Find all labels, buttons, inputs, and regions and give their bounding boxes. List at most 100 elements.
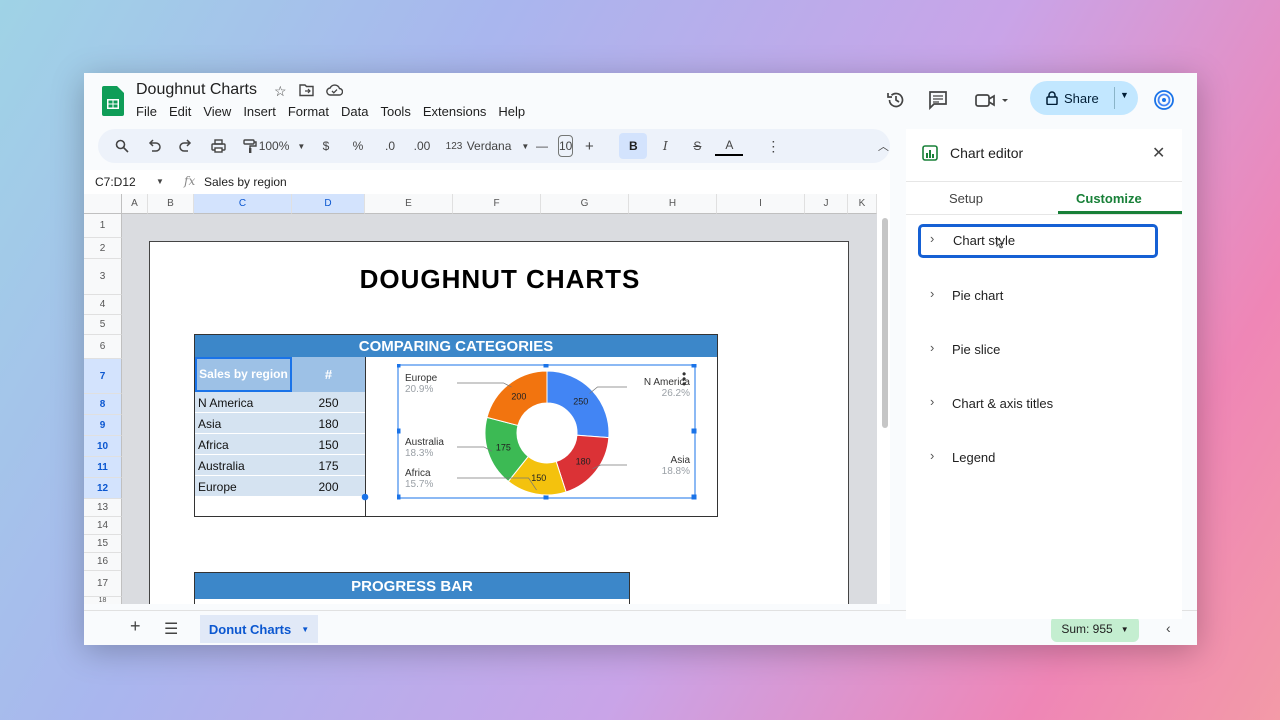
- chart-resize-handle[interactable]: [397, 428, 401, 434]
- table-row[interactable]: Europe 200: [195, 476, 365, 497]
- font-size-decrease-icon[interactable]: —: [528, 133, 556, 159]
- increase-decimal-button[interactable]: .00: [408, 133, 436, 159]
- row-header[interactable]: 6: [84, 335, 122, 359]
- redo-icon[interactable]: [172, 133, 200, 159]
- row-header[interactable]: 13: [84, 499, 122, 517]
- cloud-status-icon[interactable]: [325, 83, 343, 97]
- more-formats-button[interactable]: 123: [440, 133, 468, 159]
- all-sheets-icon[interactable]: ☰: [164, 619, 178, 639]
- table-row[interactable]: Asia 180: [195, 413, 365, 434]
- italic-button[interactable]: I: [651, 133, 679, 159]
- comments-icon[interactable]: [926, 88, 950, 112]
- sheet-tab-donut-charts[interactable]: Donut Charts ▼: [200, 615, 318, 643]
- row-header[interactable]: 9: [84, 415, 122, 436]
- chevron-down-icon[interactable]: ▼: [156, 177, 164, 186]
- range-resize-handle[interactable]: [361, 493, 369, 501]
- column-header[interactable]: D: [292, 194, 365, 214]
- row-header[interactable]: 1: [84, 214, 122, 238]
- section-pie-chart[interactable]: › Pie chart: [930, 280, 1150, 310]
- collapse-side-panel-icon[interactable]: ‹: [1166, 620, 1171, 636]
- table-row[interactable]: Africa 150: [195, 434, 365, 455]
- row-header[interactable]: 5: [84, 315, 122, 335]
- column-header[interactable]: J: [805, 194, 848, 214]
- font-select[interactable]: Verdana ▼: [467, 133, 530, 159]
- menu-help[interactable]: Help: [498, 104, 525, 119]
- sheets-logo-icon[interactable]: [102, 86, 124, 116]
- meet-video-icon[interactable]: [974, 88, 1010, 112]
- table-header-region[interactable]: Sales by region: [195, 357, 292, 392]
- menu-file[interactable]: File: [136, 104, 157, 119]
- sum-explore-chip[interactable]: Sum: 955 ▼: [1051, 616, 1139, 642]
- menu-tools[interactable]: Tools: [380, 104, 410, 119]
- more-options-icon[interactable]: ⋮: [759, 133, 787, 159]
- decrease-decimal-button[interactable]: .0: [376, 133, 404, 159]
- column-header[interactable]: B: [148, 194, 194, 214]
- chart-resize-handle[interactable]: [691, 364, 697, 368]
- menu-extensions[interactable]: Extensions: [423, 104, 487, 119]
- share-dropdown-icon[interactable]: ▼: [1120, 90, 1129, 100]
- column-header[interactable]: K: [848, 194, 877, 214]
- section-pie-slice[interactable]: › Pie slice: [930, 334, 1150, 364]
- column-header[interactable]: G: [541, 194, 629, 214]
- column-header[interactable]: F: [453, 194, 541, 214]
- close-icon[interactable]: ✕: [1152, 143, 1165, 163]
- row-header[interactable]: 12: [84, 478, 122, 499]
- section-chart-axis-titles[interactable]: › Chart & axis titles: [930, 388, 1150, 418]
- print-icon[interactable]: [204, 133, 232, 159]
- font-size-increase-icon[interactable]: +: [575, 133, 603, 159]
- gemini-spark-icon[interactable]: [1152, 88, 1176, 112]
- section-chart-style[interactable]: › Chart style: [918, 224, 1158, 258]
- tab-setup[interactable]: Setup: [949, 191, 983, 206]
- formula-input[interactable]: Sales by region: [204, 175, 287, 189]
- search-menus-icon[interactable]: [108, 133, 136, 159]
- collapse-menus-icon[interactable]: ︿: [869, 133, 897, 159]
- tab-customize[interactable]: Customize: [1076, 191, 1142, 206]
- column-header[interactable]: I: [717, 194, 805, 214]
- menu-view[interactable]: View: [203, 104, 231, 119]
- row-header[interactable]: 4: [84, 295, 122, 315]
- add-sheet-icon[interactable]: +: [130, 616, 141, 637]
- row-header[interactable]: 7: [84, 359, 122, 394]
- menu-data[interactable]: Data: [341, 104, 368, 119]
- zoom-select[interactable]: 100% ▼: [259, 133, 306, 159]
- column-header[interactable]: C: [194, 194, 292, 214]
- row-header[interactable]: 14: [84, 517, 122, 535]
- bold-button[interactable]: B: [619, 133, 648, 159]
- chart-resize-handle[interactable]: [397, 364, 401, 368]
- row-header[interactable]: 15: [84, 535, 122, 553]
- star-icon[interactable]: ☆: [274, 83, 287, 100]
- undo-icon[interactable]: [140, 133, 168, 159]
- select-all-corner[interactable]: [84, 194, 122, 214]
- table-row[interactable]: Australia 175: [195, 455, 365, 476]
- name-box[interactable]: C7:D12: [95, 175, 136, 189]
- column-header[interactable]: H: [629, 194, 717, 214]
- row-header[interactable]: 2: [84, 238, 122, 259]
- strikethrough-button[interactable]: S: [683, 133, 711, 159]
- row-header[interactable]: 8: [84, 394, 122, 415]
- font-size-input[interactable]: 10: [558, 135, 574, 157]
- menu-edit[interactable]: Edit: [169, 104, 191, 119]
- menu-format[interactable]: Format: [288, 104, 329, 119]
- format-percent-button[interactable]: %: [344, 133, 372, 159]
- document-title[interactable]: Doughnut Charts: [136, 81, 257, 99]
- section-legend[interactable]: › Legend: [930, 442, 1150, 472]
- column-header[interactable]: A: [122, 194, 148, 214]
- format-currency-button[interactable]: $: [312, 133, 340, 159]
- menu-insert[interactable]: Insert: [243, 104, 276, 119]
- row-header[interactable]: 18: [84, 597, 122, 604]
- move-folder-icon[interactable]: [298, 83, 314, 97]
- scrollbar-thumb[interactable]: [882, 218, 888, 428]
- chart-menu-icon[interactable]: • • •: [682, 368, 686, 390]
- row-header[interactable]: 3: [84, 259, 122, 295]
- table-row[interactable]: N America 250: [195, 392, 365, 413]
- chart-resize-handle[interactable]: [543, 364, 549, 368]
- row-header[interactable]: 16: [84, 553, 122, 571]
- chart-resize-handle[interactable]: [691, 428, 697, 434]
- chart-resize-handle[interactable]: [397, 494, 401, 500]
- share-button[interactable]: Share ▼: [1030, 81, 1138, 115]
- vertical-scrollbar[interactable]: [880, 214, 890, 604]
- chart-resize-handle[interactable]: [691, 494, 697, 500]
- version-history-icon[interactable]: [884, 88, 908, 112]
- row-header[interactable]: 17: [84, 571, 122, 597]
- row-header[interactable]: 10: [84, 436, 122, 457]
